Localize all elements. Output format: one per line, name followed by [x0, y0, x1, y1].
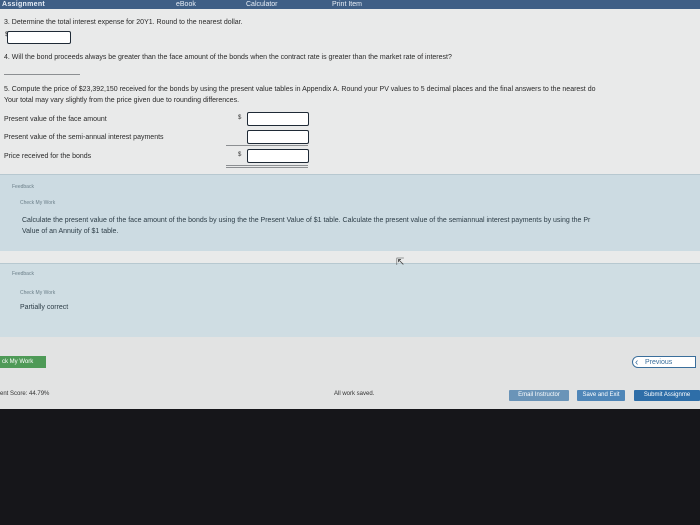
price-received-input[interactable] [247, 149, 309, 163]
assignment-footer: ck My Work ‹ Previous ent Score: 44.79% … [0, 337, 700, 409]
feedback-2-check-toggle[interactable]: Check My Work [20, 290, 55, 296]
assignment-toolbar: Assignment eBook Calculator Print Item [0, 0, 700, 9]
ebook-link[interactable]: eBook [176, 0, 196, 9]
face-amount-dollar: $ [238, 115, 242, 121]
price-received-dollar: $ [238, 152, 242, 158]
feedback-panel-1: Feedback Check My Work Calculate the pre… [0, 174, 700, 251]
q4-answer-select[interactable] [4, 74, 80, 75]
double-underline-1 [226, 165, 308, 166]
question-5-text: 5. Compute the price of $23,392,150 rece… [4, 86, 596, 93]
question-3-text: 3. Determine the total interest expense … [4, 19, 243, 26]
feedback-1-text-line1: Calculate the present value of the face … [22, 217, 591, 224]
feedback-2-status: Partially correct [20, 304, 69, 311]
feedback-1-header: Feedback [12, 184, 34, 190]
mouse-pointer-icon: ⇱ [396, 257, 405, 268]
print-item-link[interactable]: Print Item [332, 0, 362, 9]
current-score: ent Score: 44.79% [0, 391, 50, 397]
double-underline-2 [226, 167, 308, 168]
previous-button-label: Previous [645, 359, 673, 366]
question-content: 3. Determine the total interest expense … [0, 9, 700, 338]
feedback-panel-2: Feedback Check My Work Partially correct [0, 263, 700, 338]
feedback-2-header: Feedback [12, 271, 34, 277]
save-status: All work saved. [334, 391, 375, 397]
chevron-left-icon: ‹ [635, 357, 639, 368]
sum-line [226, 145, 308, 146]
face-amount-label: Present value of the face amount [4, 116, 107, 123]
email-instructor-button[interactable]: Email Instructor [509, 390, 569, 401]
face-amount-input[interactable] [247, 112, 309, 126]
submit-assignment-button[interactable]: Submit Assignme [634, 390, 700, 401]
save-and-exit-button[interactable]: Save and Exit [577, 390, 625, 401]
assignment-label: Assignment [2, 1, 46, 8]
interest-payments-label: Present value of the semi-annual interes… [4, 134, 164, 141]
q3-answer-input[interactable] [7, 31, 71, 44]
interest-payments-input[interactable] [247, 130, 309, 144]
question-4-text: 4. Will the bond proceeds always be grea… [4, 54, 452, 61]
previous-button[interactable]: ‹ Previous [632, 356, 696, 368]
price-received-label: Price received for the bonds [4, 153, 92, 160]
check-my-work-button[interactable]: ck My Work [0, 356, 46, 368]
feedback-1-check-toggle[interactable]: Check My Work [20, 200, 55, 206]
screen-bezel [0, 409, 700, 525]
calculator-link[interactable]: Calculator [246, 0, 278, 9]
question-5-note: Your total may vary slightly from the pr… [4, 97, 240, 104]
feedback-1-text-line2: Value of an Annuity of $1 table. [22, 228, 119, 235]
